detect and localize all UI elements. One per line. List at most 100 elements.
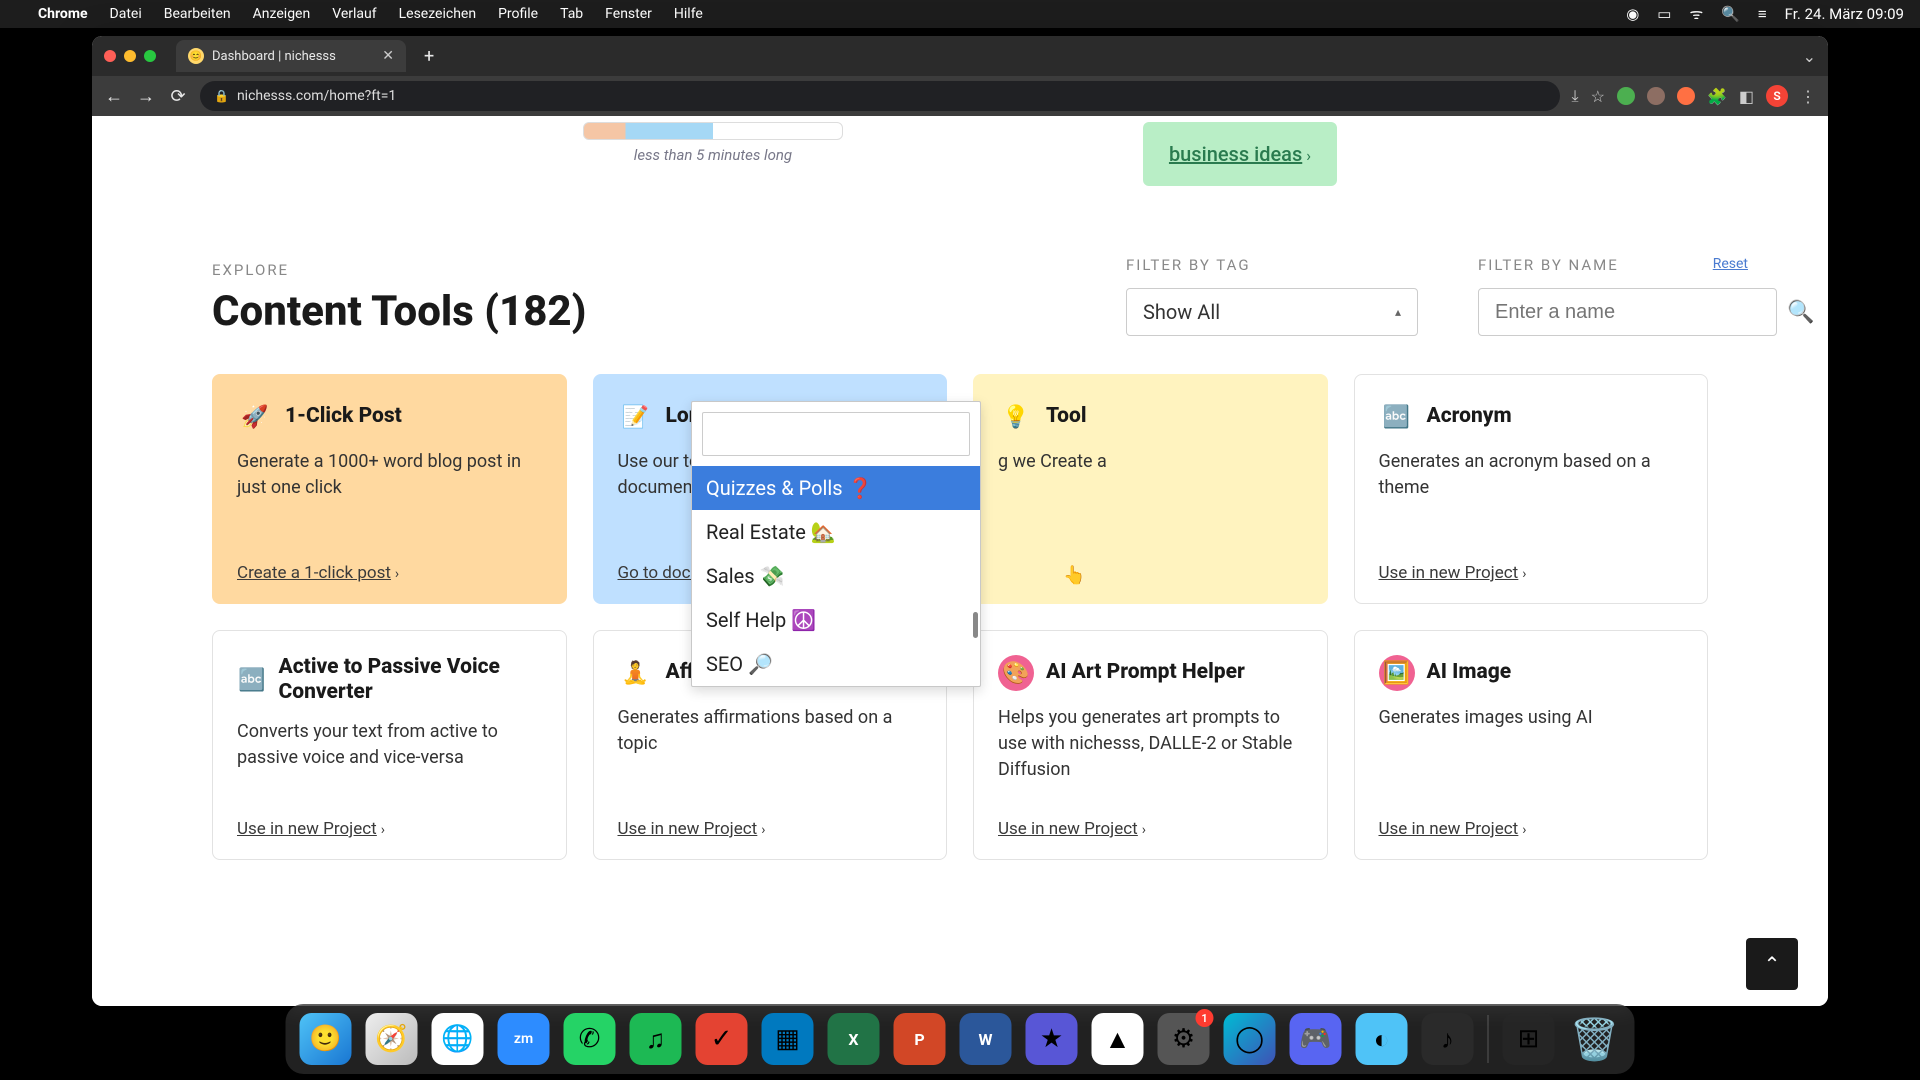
dock-zoom[interactable]: zm [498,1013,550,1065]
dock-app-generic1[interactable]: ◐ [1356,1013,1408,1065]
browser-tab[interactable]: 😊 Dashboard | nichesss ✕ [176,40,406,72]
dock-siri[interactable]: ◯ [1224,1013,1276,1065]
filter-name-input[interactable] [1478,288,1777,336]
dock-drive[interactable]: ▲ [1092,1013,1144,1065]
video-caption: less than 5 minutes long [583,146,843,164]
card-title: 1-Click Post [285,404,402,429]
card-action-link[interactable]: Use in new Project› [237,819,542,839]
card-description: Helps you generates art prompts to use w… [998,705,1303,803]
minimize-window-icon[interactable] [124,50,136,62]
tool-card[interactable]: 🎨AI Art Prompt HelperHelps you generates… [973,630,1328,860]
extensions-puzzle-icon[interactable]: 🧩 [1707,87,1727,106]
screencast-icon[interactable]: ◉ [1626,5,1639,23]
extension-2-icon[interactable] [1647,87,1665,105]
profile-avatar[interactable]: S [1766,85,1788,107]
control-center-icon[interactable]: ≡ [1758,5,1767,23]
card-action-link[interactable]: Create a 1-click post› [237,563,542,583]
maximize-window-icon[interactable] [144,50,156,62]
new-tab-button[interactable]: + [416,46,442,67]
dock-imovie[interactable]: ★ [1026,1013,1078,1065]
dock-discord[interactable]: 🎮 [1290,1013,1342,1065]
address-bar[interactable]: 🔒 nichesss.com/home?ft=1 [200,81,1560,111]
menu-bearbeiten[interactable]: Bearbeiten [164,6,231,22]
dropdown-option[interactable]: Quizzes & Polls ❓ [692,466,980,510]
dock-chrome[interactable]: 🌐 [432,1013,484,1065]
dock-trash[interactable]: 🗑️ [1569,1013,1621,1065]
tool-card[interactable]: 💡Toolg we Create a [973,374,1328,604]
bookmark-star-icon[interactable]: ☆ [1591,87,1605,106]
search-button-icon[interactable]: 🔍 [1787,300,1814,325]
filter-tag-dropdown[interactable]: Quizzes & Polls ❓Real Estate 🏡Sales 💸Sel… [691,401,981,687]
filter-tag-select[interactable]: Show All ▴ [1126,288,1418,336]
battery-icon[interactable]: ▭ [1657,5,1671,23]
menubar-app-name[interactable]: Chrome [38,6,88,22]
card-description: g we Create a [998,449,1303,583]
dock-settings[interactable]: ⚙1 [1158,1013,1210,1065]
install-app-icon[interactable]: ⤓ [1572,86,1579,106]
reset-link[interactable]: Reset [1713,256,1748,272]
tool-card[interactable]: 🖼️AI ImageGenerates images using AIUse i… [1354,630,1709,860]
menu-tab[interactable]: Tab [560,6,583,22]
extension-1-icon[interactable] [1617,87,1635,105]
dropdown-search-input[interactable] [702,412,970,456]
card-action-link[interactable]: Use in new Project› [618,819,923,839]
tool-card[interactable]: 🚀1-Click PostGenerate a 1000+ word blog … [212,374,567,604]
card-action-link[interactable]: Use in new Project› [998,819,1303,839]
tool-card[interactable]: 🔤AcronymGenerates an acronym based on a … [1354,374,1709,604]
window-traffic-lights[interactable] [104,50,156,62]
chevron-right-icon: › [1306,146,1311,165]
sidepanel-icon[interactable]: ◧ [1739,87,1754,106]
video-card[interactable]: less than 5 minutes long [583,122,843,164]
filter-name-label: FILTER BY NAME [1478,256,1708,274]
business-ideas-button[interactable]: business ideas› [1143,122,1337,186]
card-title: Tool [1046,404,1087,429]
card-icon: 🚀 [237,399,273,435]
menu-verlauf[interactable]: Verlauf [332,6,376,22]
card-action-link[interactable]: Use in new Project› [1379,819,1684,839]
mac-dock: 🙂 🧭 🌐 zm ✆ ♫ ✓ ▦ X P W ★ ▲ ⚙1 ◯ 🎮 ◐ ♪ ⊞ … [286,1004,1635,1074]
dock-excel[interactable]: X [828,1013,880,1065]
search-icon[interactable]: 🔍 [1721,5,1740,23]
tab-close-icon[interactable]: ✕ [382,48,394,64]
menubar-clock[interactable]: Fr. 24. März 09:09 [1785,5,1904,23]
menu-profile[interactable]: Profile [498,6,538,22]
dock-whatsapp[interactable]: ✆ [564,1013,616,1065]
dropdown-option[interactable]: Sales 💸 [692,554,980,598]
menu-lesezeichen[interactable]: Lesezeichen [399,6,476,22]
extension-3-icon[interactable] [1677,87,1695,105]
dropdown-option[interactable]: Self Help ☮️ [692,598,980,642]
explore-label: EXPLORE [212,261,1126,279]
dock-trello[interactable]: ▦ [762,1013,814,1065]
chrome-tabbar: 😊 Dashboard | nichesss ✕ + ⌄ [92,36,1828,76]
menu-datei[interactable]: Datei [110,6,142,22]
dropdown-option[interactable]: Real Estate 🏡 [692,510,980,554]
reload-button[interactable]: ⟳ [168,86,188,107]
scroll-to-top-button[interactable]: ⌃ [1746,938,1798,990]
tabs-chevron-icon[interactable]: ⌄ [1803,47,1816,66]
card-description: Converts your text from active to passiv… [237,719,542,803]
menu-hilfe[interactable]: Hilfe [674,6,703,22]
menu-anzeigen[interactable]: Anzeigen [253,6,311,22]
tool-card[interactable]: 🔤Active to Passive Voice ConverterConver… [212,630,567,860]
close-window-icon[interactable] [104,50,116,62]
dock-powerpoint[interactable]: P [894,1013,946,1065]
dropdown-option[interactable]: SEO 🔎 [692,642,980,686]
page-title: Content Tools (182) [212,287,1126,336]
chrome-menu-icon[interactable]: ⋮ [1800,87,1816,106]
dock-safari[interactable]: 🧭 [366,1013,418,1065]
dock-spotify[interactable]: ♫ [630,1013,682,1065]
mac-menubar: Chrome Datei Bearbeiten Anzeigen Verlauf… [0,0,1920,28]
dock-todoist[interactable]: ✓ [696,1013,748,1065]
card-description: Generates affirmations based on a topic [618,705,923,803]
dock-launchpad[interactable]: ⊞ [1503,1013,1555,1065]
dock-app-generic2[interactable]: ♪ [1422,1013,1474,1065]
card-action-link[interactable]: Use in new Project› [1379,563,1684,583]
business-ideas-link[interactable]: business ideas [1169,142,1302,166]
menu-fenster[interactable]: Fenster [605,6,652,22]
dock-word[interactable]: W [960,1013,1012,1065]
back-button[interactable]: ← [104,86,124,107]
wifi-icon[interactable]: ᯤ [1689,4,1703,24]
forward-button[interactable]: → [136,86,156,107]
dock-finder[interactable]: 🙂 [300,1013,352,1065]
dropdown-scrollbar[interactable] [973,612,978,638]
